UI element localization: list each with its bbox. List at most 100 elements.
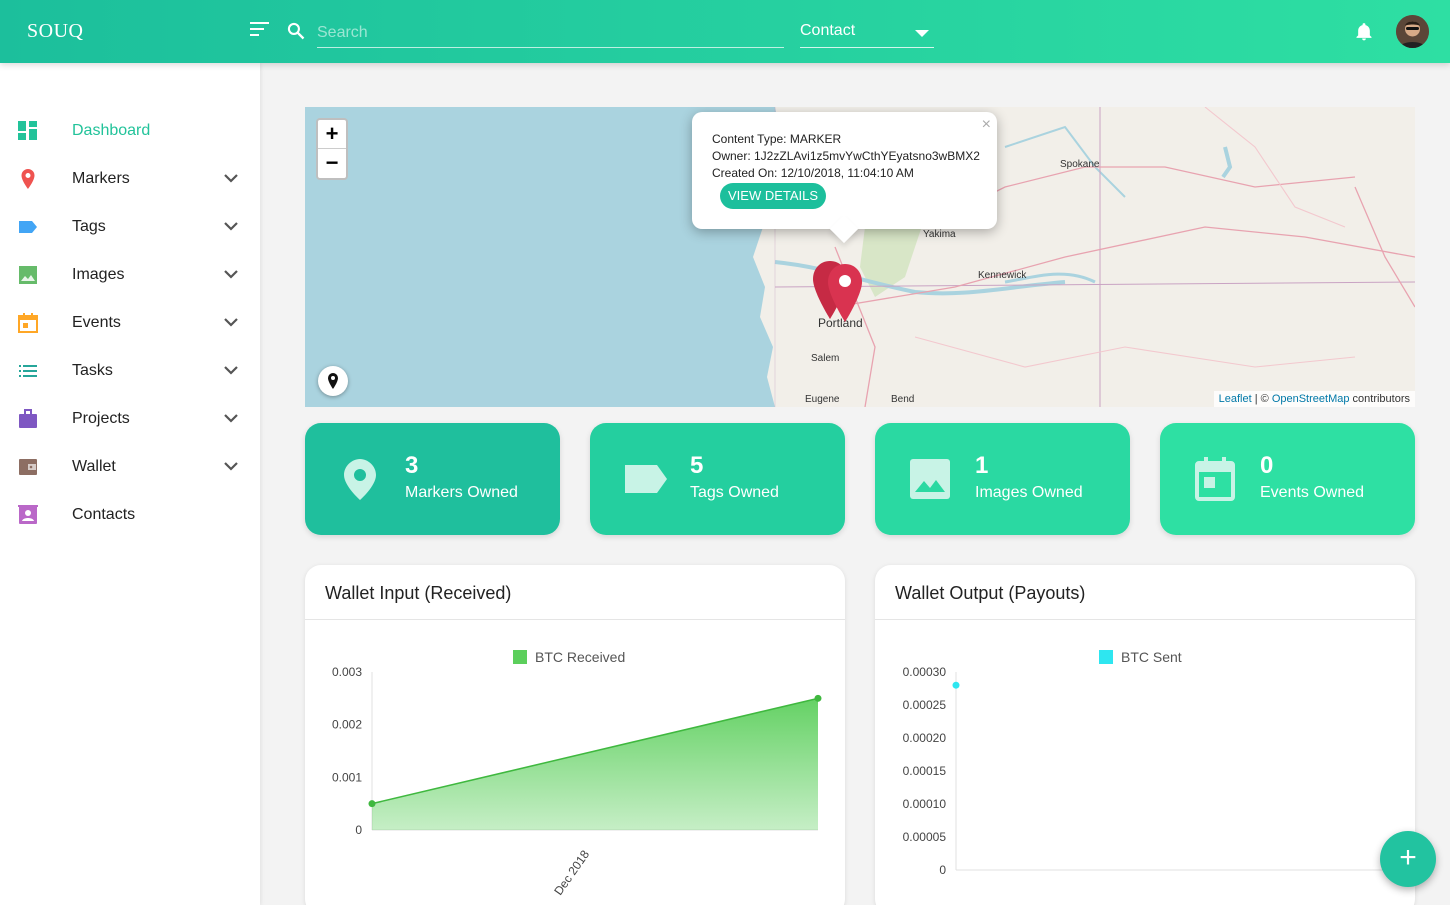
sidebar: Dashboard Markers Tags Images Events Tas… [0,63,260,905]
map-view[interactable]: Spokane Yakima Kennewick Portland Salem … [305,107,1415,407]
sidebar-item-projects[interactable]: Projects [0,395,260,443]
y-tick-label: 0.00030 [903,665,947,679]
map-label-kennewick: Kennewick [978,270,1027,281]
wallet-output-chart: BTC Sent 0.00030 0.00025 0.00020 0.00015 0.00… [903,649,1388,877]
tag-icon [19,221,37,233]
sidebar-item-label: Contacts [72,506,136,523]
attribution-suffix: contributors [1349,393,1410,405]
wallet-output-card: Wallet Output (Payouts) BTC Sent 0.00030 0… [875,565,1415,905]
legend-label: BTC Received [535,649,625,665]
stat-value: 0 [1260,452,1274,479]
wallet-input-card: Wallet Input (Received) BTC Received 0.00… [305,565,845,905]
sidebar-item-dashboard[interactable]: Dashboard [0,107,260,155]
x-tick-label: Dec 2018 [551,847,592,897]
wallet-icon [19,459,37,475]
contact-card-icon [18,505,38,524]
search-input[interactable] [317,18,784,48]
tag-icon [625,465,667,493]
calendar-icon [1195,457,1235,501]
sidebar-item-tasks[interactable]: Tasks [0,347,260,395]
stat-card-markers[interactable]: 3 Markers Owned [305,423,560,535]
chevron-down-icon[interactable] [224,413,238,423]
sidebar-item-label: Projects [72,410,130,427]
y-tick-label: 0.002 [332,718,362,732]
calendar-icon [18,313,38,333]
stat-card-tags[interactable]: 5 Tags Owned [590,423,845,535]
stat-card-images[interactable]: 1 Images Owned [875,423,1130,535]
sidebar-item-wallet[interactable]: Wallet [0,443,260,491]
sidebar-item-label: Events [72,314,121,331]
zoom-control: + − [316,118,348,180]
chevron-down-icon[interactable] [224,173,238,183]
stat-value: 3 [405,452,419,479]
data-point [814,694,822,702]
sidebar-item-label: Tasks [72,362,113,379]
sidebar-item-contacts[interactable]: Contacts [0,491,260,539]
map-pin-icon [344,459,376,500]
sidebar-item-label: Dashboard [72,122,151,139]
attribution-separator: | © [1251,393,1272,405]
map-marker-icon[interactable] [825,262,865,324]
menu-toggle-icon[interactable] [250,22,270,40]
image-icon [19,266,37,284]
brand-logo[interactable]: SOUQ [27,20,83,43]
marker-popup: × Content Type: MARKER Owner: 1J2zZLAvi1… [692,112,997,244]
y-tick-label: 0.00010 [903,797,947,811]
wallet-input-chart: BTC Received 0.003 0.002 0.001 0 Dec 2018 [332,649,822,898]
stat-label: Markers Owned [405,484,518,501]
legend-swatch [513,650,527,664]
sidebar-item-tags[interactable]: Tags [0,203,260,251]
stat-value: 5 [690,452,704,479]
zoom-in-button[interactable]: + [318,120,346,149]
map-attribution: Leaflet | © OpenStreetMap contributors [1213,391,1415,407]
map-label-salem: Salem [811,353,840,364]
category-select[interactable]: Contact [800,18,934,48]
data-point [952,681,960,689]
sidebar-item-events[interactable]: Events [0,299,260,347]
y-tick-label: 0.003 [332,665,362,679]
stat-card-events[interactable]: 0 Events Owned [1160,423,1415,535]
y-tick-label: 0.00015 [903,764,947,778]
chevron-down-icon[interactable] [224,365,238,375]
chevron-down-icon[interactable] [224,269,238,279]
dashboard-icon [18,121,37,140]
chevron-down-icon[interactable] [224,317,238,327]
y-tick-label: 0.001 [332,770,362,784]
sidebar-item-label: Markers [72,170,130,187]
leaflet-link[interactable]: Leaflet [1219,393,1252,405]
y-tick-label: 0 [939,863,946,877]
map-label-bend: Bend [891,394,915,405]
sidebar-item-label: Tags [72,218,106,235]
top-app-bar: SOUQ Contact [0,0,1450,63]
locate-button[interactable] [318,366,348,396]
sidebar-item-images[interactable]: Images [0,251,260,299]
add-fab-button[interactable]: + [1380,831,1436,887]
location-pin-icon [328,373,338,389]
map-label-eugene: Eugene [805,394,840,405]
area-fill [372,698,818,830]
y-tick-label: 0.00005 [903,830,947,844]
popup-close-button[interactable]: × [982,116,991,134]
sidebar-item-label: Images [72,266,125,283]
stat-label: Tags Owned [690,484,779,501]
sidebar-item-markers[interactable]: Markers [0,155,260,203]
card-title: Wallet Input (Received) [325,583,512,603]
chevron-down-icon[interactable] [224,221,238,231]
chevron-down-icon[interactable] [224,461,238,471]
list-icon [19,365,37,377]
legend-label: BTC Sent [1121,649,1182,665]
category-select-value: Contact [800,22,856,39]
y-tick-label: 0 [355,823,362,837]
popup-owner: Owner: 1J2zZLAvi1z5mvYwCthYEyatsno3wBMX2 [712,149,980,163]
view-details-button[interactable]: VIEW DETAILS [720,183,827,209]
y-tick-label: 0.00020 [903,731,947,745]
sidebar-item-label: Wallet [72,458,116,475]
user-avatar[interactable] [1396,15,1429,48]
stat-label: Events Owned [1260,484,1365,501]
search-icon[interactable] [286,21,306,41]
openstreetmap-link[interactable]: OpenStreetMap [1272,393,1350,405]
notification-bell-icon[interactable] [1354,21,1374,43]
map-pin-icon [21,169,35,189]
popup-created-on: Created On: 12/10/2018, 11:04:10 AM [712,166,914,180]
zoom-out-button[interactable]: − [318,149,346,178]
